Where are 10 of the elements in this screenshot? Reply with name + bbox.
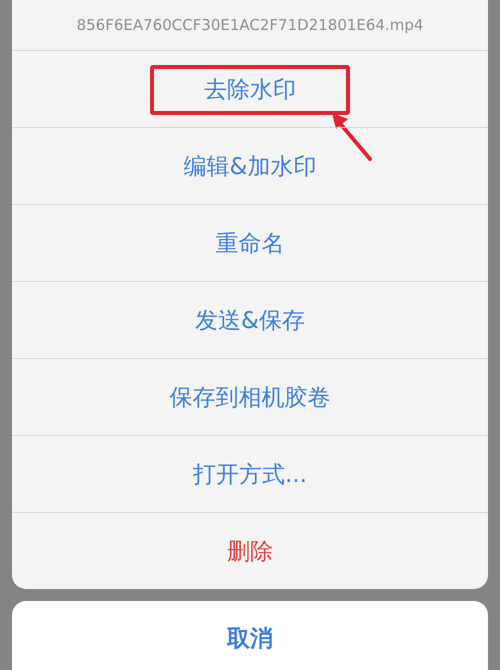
action-item[interactable]: 删除 [12,513,488,589]
action-item[interactable]: 发送&保存 [12,282,488,358]
action-item[interactable]: 保存到相机胶卷 [12,359,488,435]
action-item[interactable]: 编辑&加水印 [12,128,488,204]
file-name: 856F6EA760CCF30E1AC2F71D21801E64.mp4 [76,16,424,34]
arrow-icon [332,113,372,161]
action-item[interactable]: 打开方式... [12,436,488,512]
action-item[interactable]: 去除水印 [12,51,488,127]
cancel-button[interactable]: 取消 [12,601,488,670]
action-item[interactable]: 重命名 [12,205,488,281]
